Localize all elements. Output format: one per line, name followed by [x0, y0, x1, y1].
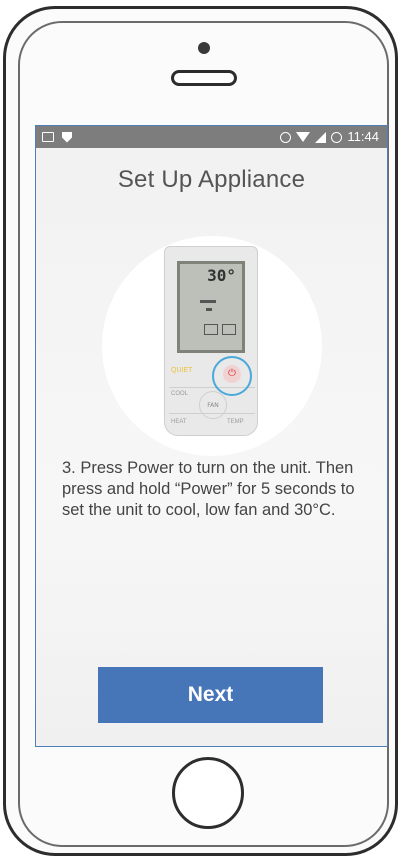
temp-label: TEMP [227, 419, 244, 425]
remote-lcd: 30° [177, 261, 245, 353]
power-highlight-ring [212, 356, 252, 396]
speaker-grille [171, 70, 237, 86]
lcd-temperature: 30° [207, 266, 236, 285]
shield-icon [62, 131, 72, 143]
instruction-text: 3. Press Power to turn on the unit. Then… [62, 459, 355, 519]
wifi-icon [296, 132, 311, 142]
image-icon [42, 132, 54, 142]
camera-icon [198, 42, 210, 54]
home-button[interactable] [172, 757, 244, 829]
status-time: 11:44 [347, 129, 379, 144]
quiet-label: QUIET [171, 367, 193, 374]
remote-control-image: 30° QUIET ⏻ COOL FAN HEAT TEMP [164, 246, 258, 436]
app-screen: 11:44 Set Up Appliance 30° QUIET ⏻ COOL … [35, 125, 388, 747]
fan-button: FAN [199, 391, 227, 419]
page-title: Set Up Appliance [117, 166, 306, 193]
status-bar: 11:44 [36, 126, 387, 148]
alarm-icon [280, 131, 292, 143]
heat-label: HEAT [171, 419, 187, 425]
circle-badge-icon [331, 131, 343, 143]
next-button[interactable]: Next [98, 667, 323, 723]
signal-icon [315, 131, 327, 143]
remote-illustration: 30° QUIET ⏻ COOL FAN HEAT TEMP [102, 236, 322, 456]
cool-label: COOL [171, 391, 189, 397]
